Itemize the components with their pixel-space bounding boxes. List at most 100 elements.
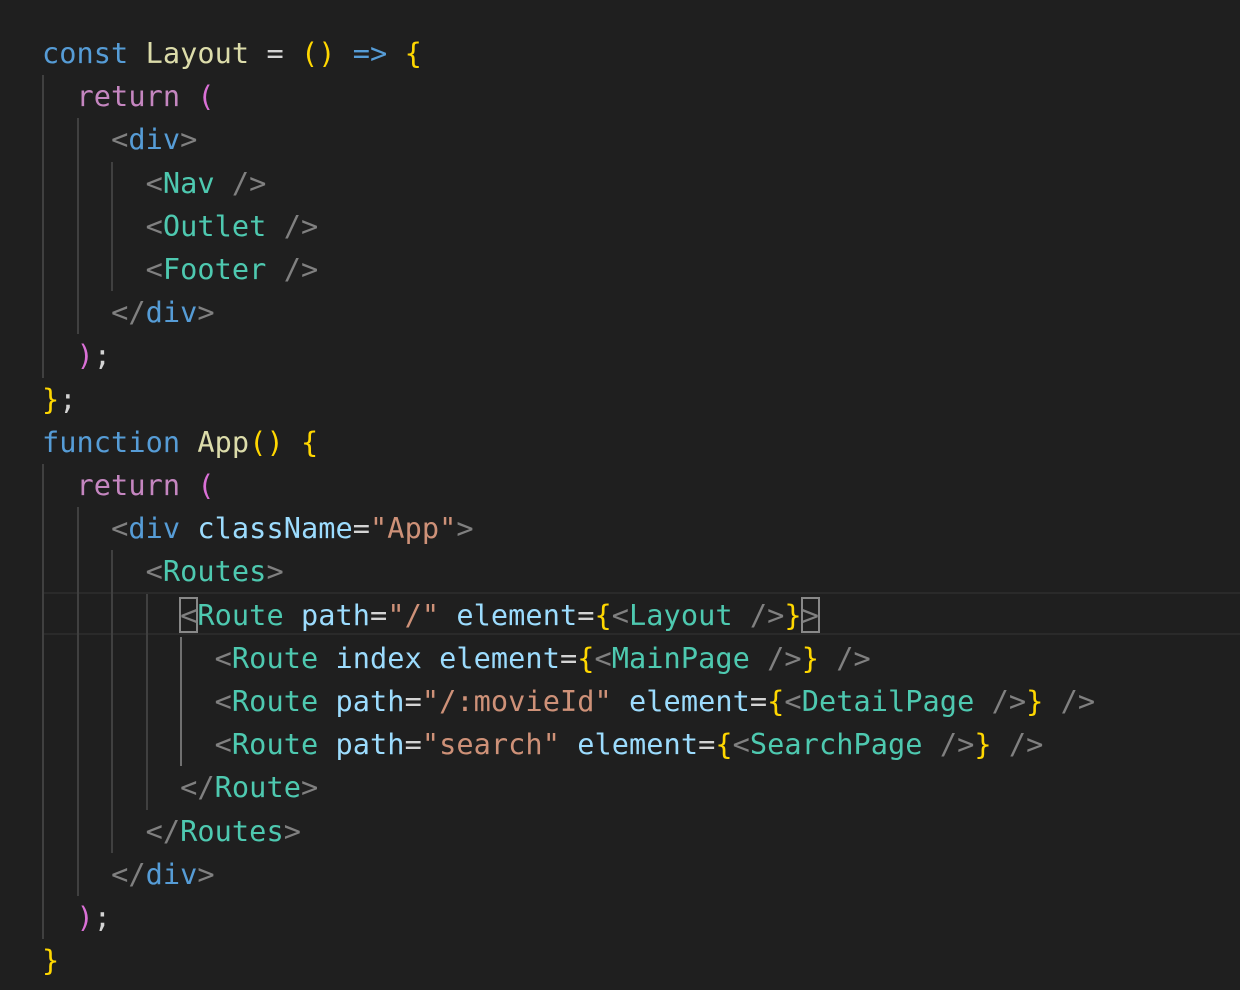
code-line[interactable]: </div>: [0, 291, 1240, 334]
code-token: Layout: [629, 597, 733, 632]
code-line-text: <Route index element={<MainPage />} />: [42, 637, 871, 680]
code-token: <: [611, 597, 630, 632]
code-token: "search": [421, 727, 560, 762]
code-token: <: [145, 165, 163, 200]
code-token: }: [42, 943, 60, 978]
code-token: element: [456, 597, 578, 632]
code-token: <: [594, 640, 612, 675]
code-line[interactable]: <Nav />: [0, 162, 1240, 205]
code-line-text: </div>: [42, 853, 215, 896]
code-token: >: [266, 554, 284, 589]
code-line[interactable]: </div>: [0, 853, 1240, 896]
code-line[interactable]: }: [0, 939, 1240, 982]
code-token: }: [42, 381, 60, 416]
code-line-text: return (: [42, 464, 215, 507]
code-line[interactable]: function App() {: [0, 421, 1240, 464]
code-line[interactable]: <Footer />: [0, 248, 1240, 291]
code-token: />: [767, 640, 802, 675]
code-token: }: [1026, 684, 1044, 718]
code-token: ;: [93, 338, 112, 373]
code-token: =: [249, 36, 301, 70]
code-token: <: [179, 596, 199, 633]
code-token: =: [559, 640, 578, 675]
code-line[interactable]: );: [0, 334, 1240, 377]
code-token: =: [577, 597, 595, 632]
code-token: DetailPage: [801, 684, 975, 718]
code-token: "/": [387, 597, 440, 632]
code-line[interactable]: const Layout = () => {: [0, 32, 1240, 75]
code-token: <: [214, 684, 232, 718]
code-token: {: [577, 640, 595, 675]
code-line-text: };: [42, 378, 77, 421]
code-token: Route: [214, 770, 301, 805]
code-line-text: <Outlet />: [42, 205, 319, 248]
code-line[interactable]: <Outlet />: [0, 205, 1240, 248]
code-line[interactable]: <Route path="search" element={<SearchPag…: [0, 723, 1240, 766]
code-editor[interactable]: const Layout = () => { return ( <div> <N…: [0, 0, 1240, 990]
code-token: Footer: [162, 252, 267, 286]
code-token: />: [231, 165, 267, 200]
code-token: <: [111, 122, 129, 157]
code-line[interactable]: <div>: [0, 118, 1240, 161]
code-line[interactable]: <Route path="/" element={<Layout />}>: [0, 594, 1240, 637]
code-token: function: [42, 424, 181, 459]
code-line-text: <Footer />: [42, 248, 319, 291]
code-token: />: [836, 640, 871, 675]
code-token: <: [784, 684, 802, 718]
code-line[interactable]: return (: [0, 75, 1240, 118]
code-line[interactable]: };: [0, 378, 1240, 421]
code-token: (: [197, 468, 215, 502]
code-token: />: [939, 727, 975, 762]
code-token: {: [404, 36, 422, 70]
code-line-text: </Routes>: [42, 810, 301, 853]
code-line[interactable]: return (: [0, 464, 1240, 507]
code-token: <: [145, 554, 163, 589]
code-line-text: );: [42, 334, 111, 377]
code-token: =>: [352, 36, 388, 70]
code-token: {: [300, 424, 319, 459]
code-line[interactable]: <Route path="/:movieId" element={<Detail…: [0, 680, 1240, 723]
code-token: "/:movieId": [421, 684, 612, 718]
code-token: =: [404, 684, 422, 718]
code-line-text: <Nav />: [42, 162, 267, 205]
code-token: <: [214, 640, 232, 675]
code-token: <: [214, 727, 232, 762]
code-line-text: <Routes>: [42, 550, 284, 593]
code-line-text: <Route path="/:movieId" element={<Detail…: [42, 680, 1095, 723]
code-line-text: </Route>: [42, 766, 318, 809]
code-token: =: [404, 727, 422, 762]
code-line[interactable]: </Routes>: [0, 810, 1240, 853]
code-token: path: [335, 684, 405, 718]
code-line[interactable]: );: [0, 896, 1240, 939]
code-token: <: [111, 511, 129, 546]
code-token: >: [300, 770, 319, 805]
code-token: </: [145, 813, 181, 848]
code-token: element: [629, 684, 750, 718]
code-line-text: <Route path="search" element={<SearchPag…: [42, 723, 1044, 766]
code-token: <: [732, 727, 750, 762]
code-line[interactable]: <Routes>: [0, 550, 1240, 593]
code-line[interactable]: </Route>: [0, 766, 1240, 809]
code-line[interactable]: <div className="App">: [0, 507, 1240, 550]
code-token: Route: [231, 640, 319, 675]
code-line[interactable]: <Route index element={<MainPage />} />: [0, 637, 1240, 680]
code-line-text: function App() {: [42, 421, 318, 464]
